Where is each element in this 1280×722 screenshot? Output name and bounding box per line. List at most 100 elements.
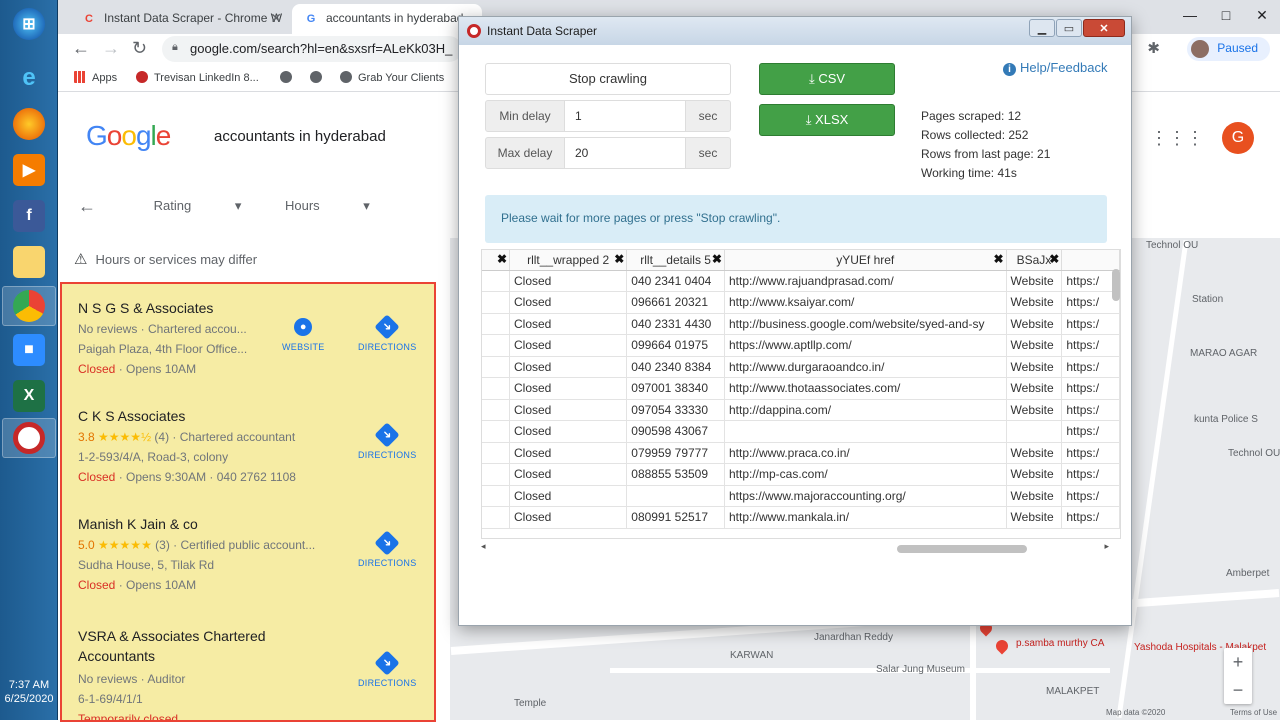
bookmark-grab-clients[interactable]: Grab Your Clients	[340, 71, 444, 84]
scraped-data-table-container[interactable]: ✖ rllt__wrapped 2 ✖ rllt__details 5 ✖ yYUE…	[481, 249, 1121, 539]
table-cell[interactable]: Website	[1006, 463, 1063, 486]
bookmark-globe-1[interactable]	[280, 71, 298, 84]
file-explorer-icon[interactable]	[13, 246, 45, 278]
filter-hours[interactable]: Hours ▾	[285, 198, 370, 213]
table-cell[interactable]: Website	[1006, 356, 1063, 378]
column-header[interactable]: yYUEf href ✖	[724, 250, 1007, 271]
tab-google-search[interactable]: G accountants in hyderabad	[292, 4, 482, 34]
table-cell[interactable]: 079959 79777	[626, 442, 725, 464]
table-cell[interactable]: 099664 01975	[626, 334, 725, 357]
scraper-titlebar[interactable]: Instant Data Scraper ▁ ▭ ✕	[459, 17, 1131, 45]
table-cell[interactable]	[482, 420, 510, 443]
directions-button[interactable]: ➜ DIRECTIONS	[358, 530, 417, 568]
table-vertical-scrollbar[interactable]	[1111, 269, 1121, 539]
table-horizontal-scrollbar[interactable]: ◂ ▸	[481, 541, 1121, 555]
zoom-icon[interactable]: ■	[13, 334, 45, 366]
table-cell[interactable]	[724, 420, 1007, 443]
table-cell[interactable]	[1006, 420, 1063, 443]
table-cell[interactable]	[482, 506, 510, 529]
table-cell[interactable]: Website	[1006, 291, 1063, 314]
table-cell[interactable]: Closed	[509, 270, 628, 292]
internet-explorer-icon[interactable]: e	[13, 62, 45, 94]
table-cell[interactable]: 080991 52517	[626, 506, 725, 529]
table-cell[interactable]: Closed	[509, 377, 628, 400]
delete-column-icon[interactable]: ✖	[614, 252, 624, 266]
column-header[interactable]: rllt__details 5 ✖	[626, 250, 725, 271]
search-input[interactable]: accountants in hyderabad	[214, 128, 386, 145]
list-item[interactable]: C K S Associates 3.8 ★★★★½ (4) · Charter…	[78, 408, 428, 484]
stop-crawling-button[interactable]: Stop crawling	[485, 63, 731, 95]
delete-column-icon[interactable]: ✖	[712, 252, 722, 266]
table-cell[interactable]: Closed	[509, 399, 628, 421]
firefox-icon[interactable]	[13, 108, 45, 140]
table-cell[interactable]: 090598 43067	[626, 420, 725, 443]
scroll-right-icon[interactable]: ▸	[1104, 541, 1109, 552]
bookmark-trevisan[interactable]: Trevisan LinkedIn 8...	[136, 71, 259, 84]
excel-icon[interactable]: X	[13, 380, 45, 412]
close-tab-icon[interactable]: ✕	[270, 10, 282, 27]
scrollbar-thumb[interactable]	[1112, 269, 1120, 301]
table-cell[interactable]: Closed	[509, 356, 628, 378]
column-header[interactable]: rllt__wrapped 2 ✖	[509, 250, 628, 271]
column-header[interactable]	[1061, 250, 1120, 271]
table-cell[interactable]: Closed	[509, 485, 628, 507]
system-clock[interactable]: 7:37 AM 6/25/2020	[0, 678, 58, 706]
table-cell[interactable]: http://www.ksaiyar.com/	[724, 291, 1007, 314]
xlsx-download-button[interactable]: ⤓ XLSX	[759, 104, 895, 136]
table-cell[interactable]: Website	[1006, 442, 1063, 464]
table-cell[interactable]	[482, 270, 510, 292]
back-arrow-icon[interactable]: ←	[78, 196, 96, 216]
map-pin[interactable]	[993, 637, 1011, 655]
maximize-icon[interactable]: ▭	[1056, 19, 1082, 37]
table-cell[interactable]: Website	[1006, 313, 1063, 335]
table-cell[interactable]: 096661 20321	[626, 291, 725, 314]
tab-instant-data-scraper[interactable]: C Instant Data Scraper - Chrome W ✕	[70, 4, 290, 34]
table-cell[interactable]: Website	[1006, 485, 1063, 507]
instant-data-scraper-icon[interactable]	[13, 422, 45, 454]
table-cell[interactable]: Website	[1006, 334, 1063, 357]
profile-button[interactable]: Paused	[1187, 37, 1270, 61]
table-cell[interactable]	[482, 442, 510, 464]
table-cell[interactable]	[482, 334, 510, 357]
table-cell[interactable]: Closed	[509, 313, 628, 335]
min-delay-input[interactable]: 1	[565, 100, 685, 132]
table-cell[interactable]: 097001 38340	[626, 377, 725, 400]
table-cell[interactable]: 040 2340 8384	[626, 356, 725, 378]
bookmark-apps[interactable]: Apps	[74, 71, 117, 84]
directions-button[interactable]: ➜ DIRECTIONS	[358, 314, 417, 352]
table-cell[interactable]	[626, 485, 725, 507]
forward-icon[interactable]: →	[102, 38, 120, 59]
table-cell[interactable]: https://www.aptllp.com/	[724, 334, 1007, 357]
table-cell[interactable]: Website	[1006, 399, 1063, 421]
close-icon[interactable]: ✕	[1244, 0, 1280, 30]
list-item[interactable]: N S G S & Associates No reviews · Charte…	[78, 300, 428, 376]
csv-download-button[interactable]: ⤓ CSV	[759, 63, 895, 95]
media-player-icon[interactable]: ▶	[13, 154, 45, 186]
scrollbar-thumb[interactable]	[897, 545, 1027, 553]
reload-icon[interactable]: ↻	[132, 38, 147, 59]
website-button[interactable]: ● WEBSITE	[282, 318, 325, 352]
table-cell[interactable]	[482, 291, 510, 314]
business-name[interactable]: C K S Associates	[78, 408, 428, 424]
delete-column-icon[interactable]: ✖	[993, 252, 1003, 266]
table-cell[interactable]: 097054 33330	[626, 399, 725, 421]
google-logo[interactable]: Google	[86, 120, 171, 152]
max-delay-input[interactable]: 20	[565, 137, 685, 169]
table-cell[interactable]: http://mp-cas.com/	[724, 463, 1007, 486]
business-name[interactable]: N S G S & Associates	[78, 300, 428, 316]
back-icon[interactable]: ←	[72, 38, 90, 59]
facebook-icon[interactable]: f	[13, 200, 45, 232]
table-cell[interactable]: Closed	[509, 420, 628, 443]
table-cell[interactable]: Closed	[509, 291, 628, 314]
windows-start-icon[interactable]: ⊞	[13, 8, 45, 40]
table-cell[interactable]: http://business.google.com/website/syed-…	[724, 313, 1007, 335]
help-feedback-link[interactable]: i Help/Feedback	[1003, 60, 1107, 76]
table-cell[interactable]: http://www.praca.co.in/	[724, 442, 1007, 464]
list-item[interactable]: VSRA & Associates Chartered Accountants …	[78, 626, 318, 720]
directions-button[interactable]: ➜ DIRECTIONS	[358, 422, 417, 460]
maximize-icon[interactable]: □	[1208, 0, 1244, 30]
table-cell[interactable]: Closed	[509, 442, 628, 464]
table-cell[interactable]	[482, 356, 510, 378]
table-cell[interactable]: 040 2341 0404	[626, 270, 725, 292]
bookmark-globe-2[interactable]	[310, 71, 328, 84]
